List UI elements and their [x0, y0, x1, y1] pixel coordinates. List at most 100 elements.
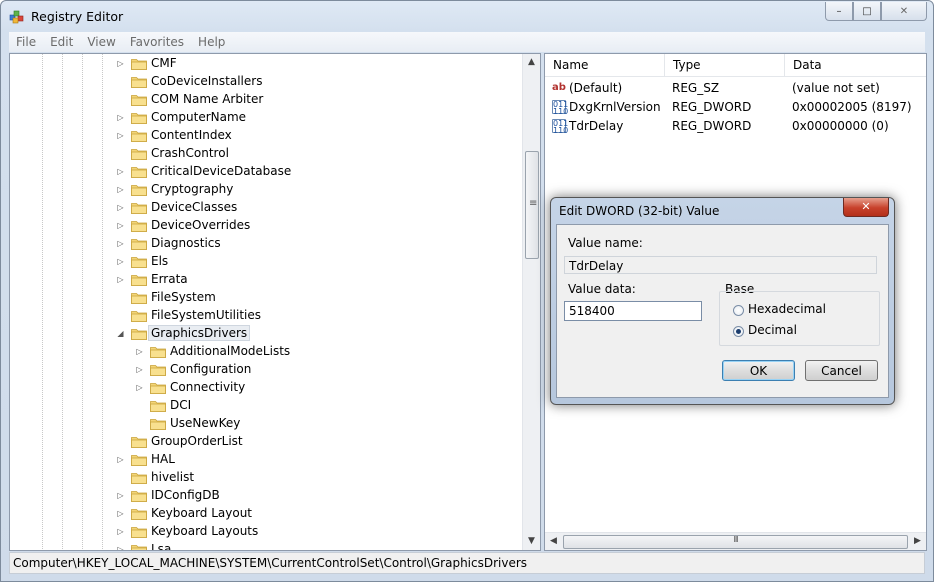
value-data-input[interactable]: 518400 [564, 301, 702, 321]
column-header-type[interactable]: Type [665, 54, 785, 76]
tree-item[interactable]: ▷ HAL [10, 451, 520, 469]
expand-arrow-icon[interactable]: ▷ [116, 59, 125, 68]
tree-item[interactable]: ▷ ComputerName [10, 109, 520, 127]
column-header-name[interactable]: Name [545, 54, 665, 76]
expand-arrow-icon[interactable]: ▷ [116, 203, 125, 212]
expand-arrow-icon[interactable]: ▷ [116, 131, 125, 140]
tree-item[interactable]: ▷ Cryptography [10, 181, 520, 199]
tree-item[interactable]: COM Name Arbiter [10, 91, 520, 109]
tree-item[interactable]: ▷ ContentIndex [10, 127, 520, 145]
tree-item[interactable]: ▷ Diagnostics [10, 235, 520, 253]
column-header-data[interactable]: Data [785, 54, 926, 76]
key-tree-pane[interactable]: ▷ CMF CoDeviceInstallers COM Name Arbiter ▷ C… [9, 53, 541, 551]
tree-item[interactable]: GroupOrderList [10, 433, 520, 451]
cancel-button[interactable]: Cancel [805, 360, 878, 381]
decimal-label[interactable]: Decimal [748, 323, 797, 337]
menu-edit[interactable]: Edit [43, 35, 80, 49]
values-horizontal-scrollbar[interactable]: ◀ III ▶ [545, 532, 926, 550]
value-row[interactable]: ab (Default) REG_SZ (value not set) [545, 79, 926, 98]
tree-item[interactable]: ◢ GraphicsDrivers [10, 325, 520, 343]
tree-item-label[interactable]: ComputerName [148, 109, 249, 125]
expand-arrow-icon[interactable]: ▷ [116, 257, 125, 266]
tree-item[interactable]: ▷ Els [10, 253, 520, 271]
expand-arrow-icon[interactable]: ▷ [135, 383, 144, 392]
maximize-button[interactable]: □ [853, 2, 881, 21]
tree-item[interactable]: ▷ DeviceOverrides [10, 217, 520, 235]
tree-item-label[interactable]: DeviceClasses [148, 199, 240, 215]
tree-item[interactable]: CoDeviceInstallers [10, 73, 520, 91]
expand-arrow-icon[interactable]: ▷ [116, 491, 125, 500]
tree-item[interactable]: CrashControl [10, 145, 520, 163]
tree-item-label[interactable]: CriticalDeviceDatabase [148, 163, 294, 179]
tree-item-label[interactable]: CrashControl [148, 145, 232, 161]
tree-item-label[interactable]: Errata [148, 271, 191, 287]
tree-item-label[interactable]: Keyboard Layout [148, 505, 255, 521]
menu-help[interactable]: Help [191, 35, 232, 49]
tree-item-label[interactable]: Configuration [167, 361, 254, 377]
tree-item[interactable]: ▷ Keyboard Layout [10, 505, 520, 523]
decimal-radio[interactable] [733, 326, 744, 337]
value-row[interactable]: 011 110 TdrDelay REG_DWORD 0x00000000 (0) [545, 117, 926, 136]
tree-vertical-scrollbar[interactable]: ▲ ≡ ▼ [522, 54, 540, 550]
tree-item-label[interactable]: DCI [167, 397, 194, 413]
expand-arrow-icon[interactable]: ▷ [116, 221, 125, 230]
tree-item-label[interactable]: CoDeviceInstallers [148, 73, 265, 89]
tree-item[interactable]: ▷ Errata [10, 271, 520, 289]
tree-item-label[interactable]: FileSystemUtilities [148, 307, 264, 323]
close-button[interactable]: ✕ [881, 2, 927, 21]
tree-item-label[interactable]: Els [148, 253, 171, 269]
tree-item[interactable]: ▷ Connectivity [10, 379, 520, 397]
tree-item[interactable]: ▷ CriticalDeviceDatabase [10, 163, 520, 181]
tree-item[interactable]: ▷ AdditionalModeLists [10, 343, 520, 361]
expand-arrow-icon[interactable]: ▷ [116, 455, 125, 464]
scroll-right-arrow-icon[interactable]: ▶ [909, 533, 926, 550]
menu-view[interactable]: View [80, 35, 122, 49]
expand-arrow-icon[interactable]: ▷ [116, 185, 125, 194]
title-bar[interactable]: Registry Editor – □ ✕ [1, 1, 933, 31]
tree-item[interactable]: ▷ IDConfigDB [10, 487, 520, 505]
expand-arrow-icon[interactable]: ▷ [116, 545, 125, 550]
tree-item[interactable]: ▷ CMF [10, 55, 520, 73]
scroll-thumb[interactable]: ≡ [525, 151, 539, 259]
value-row[interactable]: 011 110 DxgKrnlVersion REG_DWORD 0x00002005… [545, 98, 926, 117]
menu-file[interactable]: File [9, 35, 43, 49]
tree-item-label[interactable]: GraphicsDrivers [148, 325, 251, 341]
tree-item[interactable]: FileSystemUtilities [10, 307, 520, 325]
tree-item[interactable]: ▷ DeviceClasses [10, 199, 520, 217]
dialog-close-button[interactable]: ✕ [843, 198, 889, 217]
tree-item-label[interactable]: CMF [148, 55, 180, 71]
expand-arrow-icon[interactable]: ▷ [116, 275, 125, 284]
tree-item-label[interactable]: Diagnostics [148, 235, 224, 251]
tree-item-label[interactable]: ContentIndex [148, 127, 235, 143]
hexadecimal-label[interactable]: Hexadecimal [748, 302, 826, 316]
expand-arrow-icon[interactable]: ▷ [116, 509, 125, 518]
tree-item-label[interactable]: DeviceOverrides [148, 217, 253, 233]
expand-arrow-icon[interactable]: ▷ [135, 347, 144, 356]
tree-item-label[interactable]: hivelist [148, 469, 197, 485]
tree-item-label[interactable]: Keyboard Layouts [148, 523, 261, 539]
expand-arrow-icon[interactable]: ▷ [116, 527, 125, 536]
hexadecimal-radio[interactable] [733, 305, 744, 316]
tree-item-label[interactable]: HAL [148, 451, 178, 467]
tree-item-label[interactable]: FileSystem [148, 289, 219, 305]
expand-arrow-icon[interactable]: ▷ [116, 239, 125, 248]
scroll-thumb[interactable]: III [563, 535, 908, 549]
scroll-left-arrow-icon[interactable]: ◀ [545, 533, 562, 550]
tree-item-label[interactable]: COM Name Arbiter [148, 91, 266, 107]
expand-arrow-icon[interactable]: ▷ [116, 113, 125, 122]
minimize-button[interactable]: – [825, 2, 853, 21]
tree-item-label[interactable]: Connectivity [167, 379, 248, 395]
tree-item[interactable]: DCI [10, 397, 520, 415]
tree-item[interactable]: hivelist [10, 469, 520, 487]
expand-arrow-icon[interactable]: ▷ [135, 365, 144, 374]
tree-item-label[interactable]: AdditionalModeLists [167, 343, 293, 359]
tree-item-label[interactable]: UseNewKey [167, 415, 243, 431]
tree-item-label[interactable]: IDConfigDB [148, 487, 223, 503]
collapse-arrow-icon[interactable]: ◢ [116, 329, 125, 338]
tree-item[interactable]: ▷ Configuration [10, 361, 520, 379]
tree-item[interactable]: FileSystem [10, 289, 520, 307]
tree-item[interactable]: UseNewKey [10, 415, 520, 433]
scroll-up-arrow-icon[interactable]: ▲ [523, 54, 540, 71]
tree-item-label[interactable]: Cryptography [148, 181, 236, 197]
tree-item-label[interactable]: GroupOrderList [148, 433, 246, 449]
